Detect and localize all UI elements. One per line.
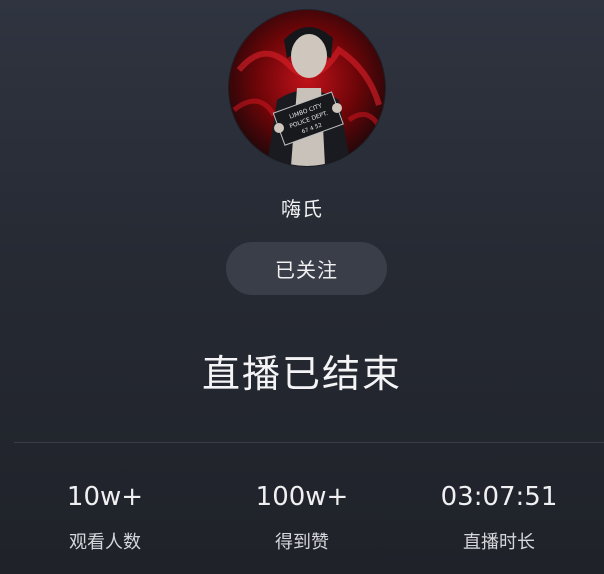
- stats-row: 10w+ 观看人数 100w+ 得到赞 03:07:51 直播时长: [0, 478, 604, 556]
- stat-viewers-label: 观看人数: [69, 532, 141, 553]
- stat-likes-label: 得到赞: [275, 532, 329, 553]
- avatar[interactable]: LIMBO CITY POLICE DEPT. 67 4 52: [229, 10, 385, 166]
- divider: [14, 442, 604, 443]
- stat-viewers-value: 10w+: [66, 482, 144, 512]
- stat-duration-label: 直播时长: [463, 532, 535, 553]
- avatar-image: LIMBO CITY POLICE DEPT. 67 4 52: [229, 10, 385, 166]
- stat-viewers: 10w+ 观看人数: [30, 478, 180, 556]
- stat-likes-value: 100w+: [255, 482, 349, 512]
- live-ended-screen: LIMBO CITY POLICE DEPT. 67 4 52 嗨氏 已关注 直…: [0, 0, 604, 574]
- follow-button[interactable]: 已关注: [226, 242, 387, 295]
- streamer-name: 嗨氏: [281, 197, 323, 221]
- stat-duration-value: 03:07:51: [440, 482, 558, 512]
- stat-likes: 100w+ 得到赞: [227, 478, 377, 556]
- stat-duration: 03:07:51 直播时长: [424, 478, 574, 556]
- live-ended-title: 直播已结束: [201, 352, 402, 396]
